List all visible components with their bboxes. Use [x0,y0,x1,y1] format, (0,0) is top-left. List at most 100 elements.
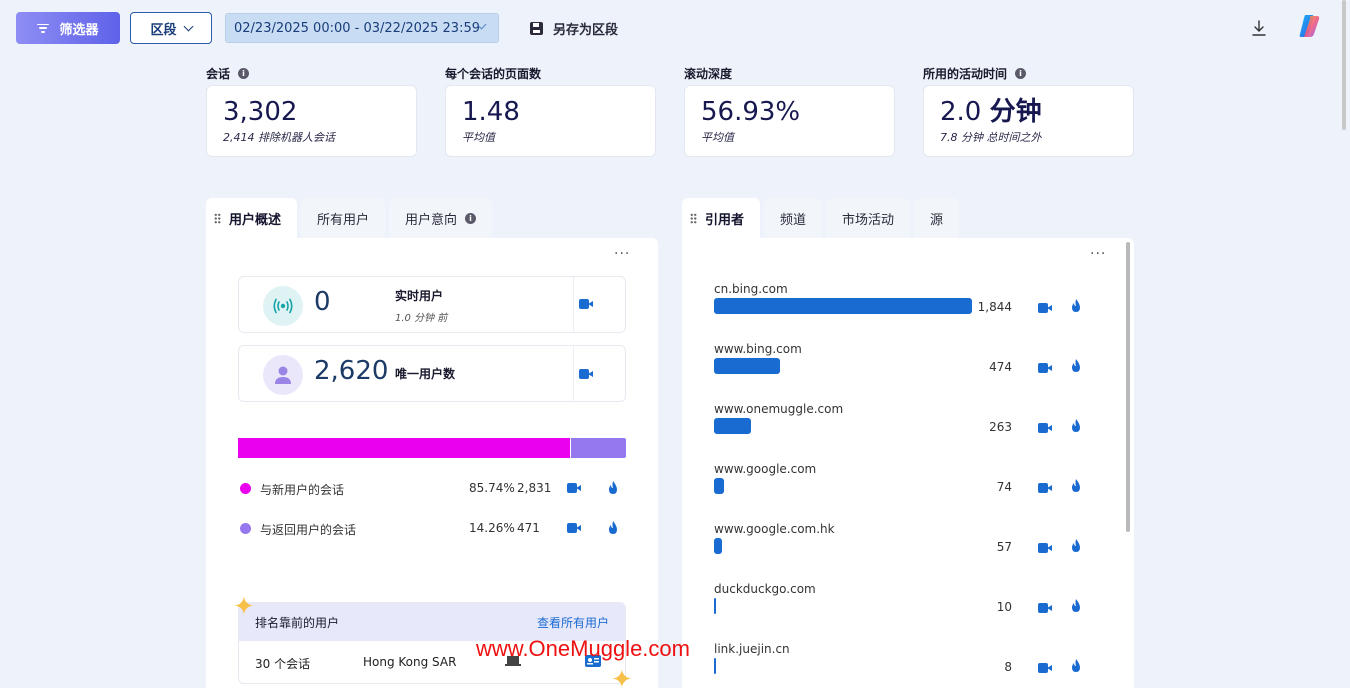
tab-channels[interactable]: 频道 [764,198,823,238]
live-users-sub: 1.0 分钟 前 [395,313,448,324]
user-tabs: 用户概述 所有用户 用户意向 i [206,198,493,238]
referrer-count: 10 [996,600,1012,614]
legend-dot [240,523,251,534]
kpi-value: 2.0 [940,97,982,127]
kpi-active-time: 所用的活动时间 i 2.0 分钟 7.8 分钟 总时间之外 [923,64,1134,157]
drag-handle-icon[interactable] [690,212,697,224]
kpi-label: 每个会话的页面数 [445,66,542,81]
unique-users-card: 2,620 唯一用户数 [238,345,626,402]
copilot-icon[interactable] [1296,12,1324,40]
user-sessions: 30 个会话 [255,657,311,671]
referrer-bar [714,418,751,434]
save-as-segment-button[interactable]: 另存为区段 [530,18,618,38]
video-recording-icon[interactable] [567,483,581,493]
heatmap-icon[interactable] [1071,659,1081,672]
kpi-sessions: 会话 i 3,302 2,414 排除机器人会话 [206,64,417,157]
traffic-tabs: 引用者 频道 市场活动 源 [682,198,960,238]
legend-label: 与返回用户的会话 [260,523,357,537]
page-scrollbar[interactable] [1342,0,1346,130]
referrer-row[interactable]: www.bing.com 474 [714,342,1114,392]
live-users-card: 0 实时用户 1.0 分钟 前 [238,276,626,333]
download-icon[interactable] [1252,20,1266,36]
tab-label: 用户概述 [229,212,282,228]
referrer-row[interactable]: www.google.com 74 [714,462,1114,512]
video-recording-icon[interactable] [1038,483,1052,493]
more-options-icon[interactable]: ··· [614,246,630,262]
heatmap-icon[interactable] [1071,359,1081,372]
broadcast-icon [263,286,303,326]
referrer-row[interactable]: duckduckgo.com 10 [714,582,1114,632]
tab-campaigns[interactable]: 市场活动 [826,198,911,238]
legend-count: 471 [517,521,540,535]
sparkle-icon: ✦ [611,665,633,688]
info-icon[interactable]: i [238,67,250,79]
tab-all-users[interactable]: 所有用户 [301,198,386,238]
kpi-unit: 分钟 [989,97,1042,127]
video-recording-icon[interactable] [1038,303,1052,313]
heatmap-icon[interactable] [1071,479,1081,492]
video-recording-icon[interactable] [1038,543,1052,553]
referrer-row[interactable]: link.juejin.cn 8 [714,642,1114,688]
referrer-row[interactable]: www.onemuggle.com 263 [714,402,1114,452]
date-range-picker[interactable]: 02/23/2025 00:00 - 03/22/2025 23:59 [225,13,499,43]
legend-label: 与新用户的会话 [260,483,345,497]
tab-label: 所有用户 [317,212,370,228]
referrer-name: duckduckgo.com [714,582,816,596]
unique-users-count: 2,620 [314,356,389,386]
live-users-title: 实时用户 [395,289,444,303]
kpi-sub: 平均值 [462,131,495,144]
video-recording-icon[interactable] [1038,363,1052,373]
heatmap-icon[interactable] [1071,419,1081,432]
kpi-card: 1.48 平均值 [445,85,656,157]
heatmap-icon[interactable] [1071,299,1081,312]
video-recording-icon[interactable] [567,523,581,533]
kpi-value: 1.48 [462,97,520,127]
heatmap-icon[interactable] [1071,539,1081,552]
video-recording-icon[interactable] [579,369,593,379]
tab-user-intent[interactable]: 用户意向 i [389,198,493,238]
view-all-users-link[interactable]: 查看所有用户 [537,614,609,631]
referrer-count: 474 [989,360,1012,374]
referrer-bar [714,358,780,374]
referrer-count: 8 [1004,660,1012,674]
referrer-bar [714,598,716,614]
user-overview-panel: ··· 0 实时用户 1.0 分钟 前 2,620 唯一用户数 与新用户的会话 … [206,238,658,688]
tab-referrers[interactable]: 引用者 [682,198,761,238]
tab-user-overview[interactable]: 用户概述 [206,198,298,238]
kpi-label: 所用的活动时间 [923,66,1008,81]
returning-users-segment[interactable] [571,438,626,458]
heatmap-icon[interactable] [608,481,618,494]
kpi-label: 会话 [206,66,231,81]
video-recording-icon[interactable] [1038,423,1052,433]
referrer-row[interactable]: cn.bing.com 1,844 [714,282,1114,332]
kpi-sub: 2,414 排除机器人会话 [223,131,335,144]
tab-label: 源 [930,212,944,228]
video-recording-icon[interactable] [579,299,593,309]
referrer-bar [714,538,722,554]
info-icon[interactable]: i [1015,67,1027,79]
kpi-pages-per-session: 每个会话的页面数 1.48 平均值 [445,64,656,157]
segment-dropdown[interactable]: 区段 [130,12,212,44]
drag-handle-icon[interactable] [214,212,221,224]
referrer-name: link.juejin.cn [714,642,790,656]
kpi-card: 2.0 分钟 7.8 分钟 总时间之外 [923,85,1134,157]
tab-sources[interactable]: 源 [914,198,960,238]
video-recording-icon[interactable] [1038,663,1052,673]
referrer-row[interactable]: www.google.com.hk 57 [714,522,1114,572]
new-vs-returning-bar [238,438,626,458]
date-range-text: 02/23/2025 00:00 - 03/22/2025 23:59 [234,20,481,36]
filter-button[interactable]: 筛选器 [16,12,120,44]
panel-scrollbar[interactable] [1126,242,1130,532]
tab-label: 频道 [780,212,807,228]
more-options-icon[interactable]: ··· [1090,246,1106,262]
legend-dot [240,483,251,494]
unique-users-title: 唯一用户数 [395,367,456,381]
kpi-scroll-depth: 滚动深度 56.93% 平均值 [684,64,895,157]
chevron-down-icon [183,21,193,31]
new-users-segment[interactable] [238,438,570,458]
heatmap-icon[interactable] [608,521,618,534]
video-recording-icon[interactable] [1038,603,1052,613]
referrer-count: 263 [989,420,1012,434]
heatmap-icon[interactable] [1071,599,1081,612]
info-icon[interactable]: i [465,212,477,224]
